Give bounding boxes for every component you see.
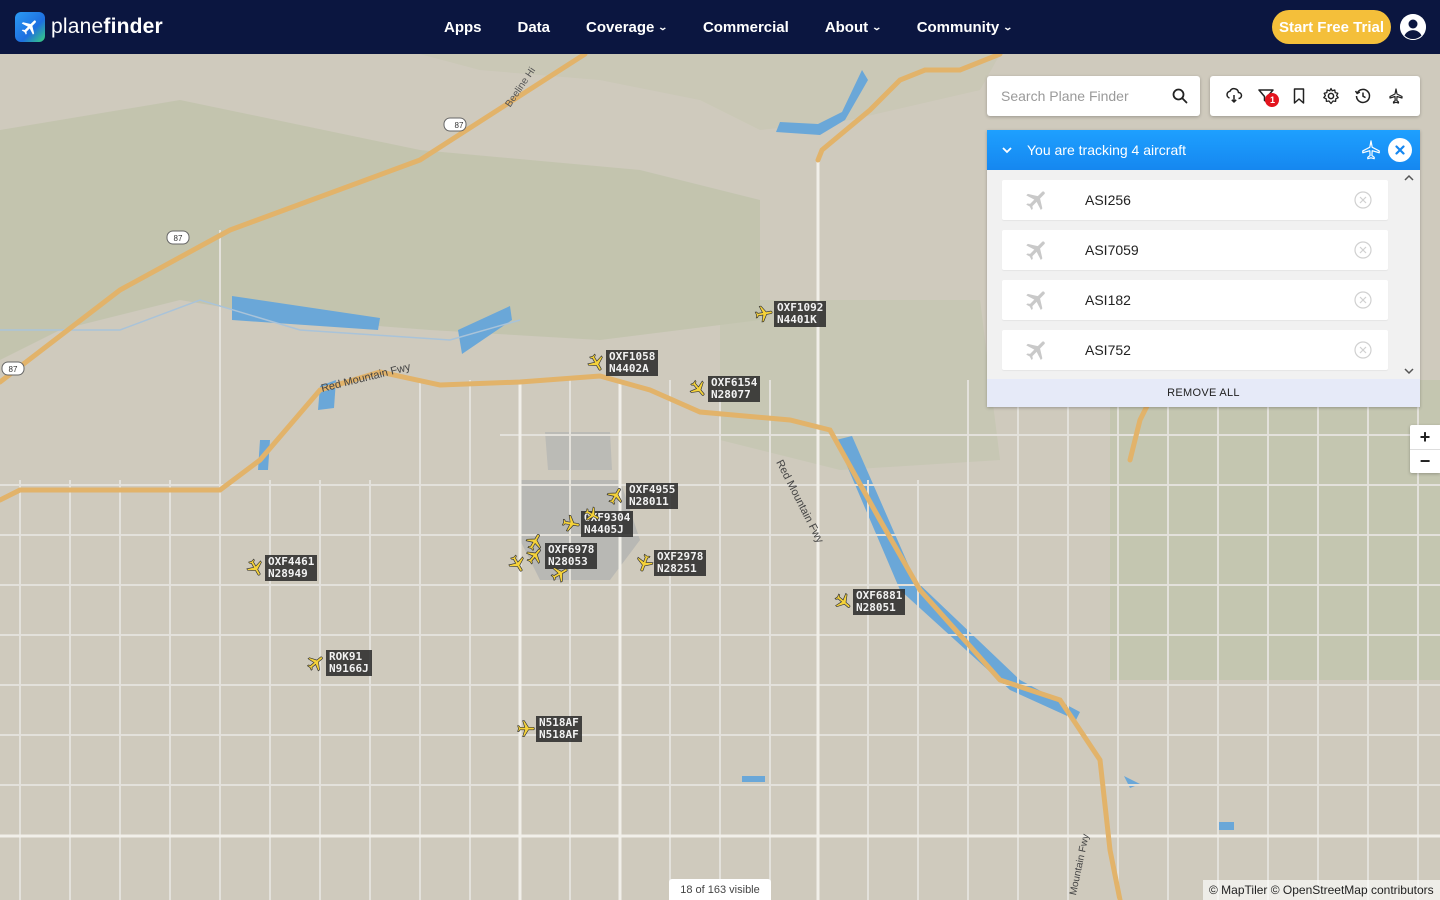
- chevron-down-icon[interactable]: [1001, 144, 1013, 156]
- remove-circle-icon[interactable]: [1354, 291, 1372, 309]
- close-tracking-button[interactable]: [1388, 138, 1412, 162]
- route-87-shield: 87: [454, 121, 464, 130]
- tracked-aircraft-item[interactable]: ASI256: [1002, 180, 1388, 220]
- visible-aircraft-count: 18 of 163 visible: [669, 879, 771, 900]
- aircraft-marker[interactable]: OXF6881 N28051: [833, 589, 906, 615]
- aircraft-label: OXF4955 N28011: [626, 483, 679, 509]
- search-box: [987, 76, 1200, 116]
- aircraft-marker[interactable]: OXF6154 N28077: [688, 376, 761, 402]
- remove-circle-icon[interactable]: [1354, 341, 1372, 359]
- aircraft-marker[interactable]: N518AF N518AF: [516, 716, 582, 742]
- nav-about[interactable]: About ⌄: [807, 19, 899, 36]
- logo-wordmark: planefinder: [51, 15, 163, 38]
- aircraft-marker[interactable]: OXF2978 N28251: [634, 550, 707, 576]
- aircraft-icon: [606, 488, 623, 506]
- scroll-down-icon[interactable]: [1404, 366, 1414, 376]
- aircraft-outline-icon: [1362, 140, 1380, 160]
- aircraft-icon: [306, 656, 323, 672]
- nav-data[interactable]: Data: [500, 19, 569, 36]
- tracked-aircraft-name: ASI182: [1085, 292, 1131, 308]
- map-toolbar: 1: [1210, 76, 1420, 116]
- zoom-controls: + −: [1410, 425, 1440, 473]
- nav-apps[interactable]: Apps: [426, 19, 500, 36]
- remove-circle-icon[interactable]: [1354, 241, 1372, 259]
- zoom-in-button[interactable]: +: [1410, 425, 1440, 449]
- aircraft-icon: [246, 558, 262, 576]
- weather-icon[interactable]: [1225, 87, 1243, 105]
- aircraft-label: OXF6154 N28077: [708, 376, 761, 402]
- aircraft-label: OXF6881 N28051: [853, 589, 906, 615]
- aircraft-label: OXF2978 N28251: [654, 550, 707, 576]
- aircraft-icon[interactable]: [507, 554, 527, 574]
- aircraft-marker[interactable]: ROK91 N9166J: [306, 650, 372, 676]
- aircraft-label: OXF1058 N4402A: [606, 350, 659, 376]
- tracking-panel: You are tracking 4 aircraft ASI256 ASI70…: [987, 130, 1420, 407]
- chevron-down-icon: ⌄: [1002, 21, 1014, 32]
- planefinder-logo[interactable]: planefinder: [15, 12, 163, 42]
- aircraft-icon: [689, 379, 705, 396]
- aircraft-icon[interactable]: [583, 506, 601, 524]
- aircraft-icon: [587, 353, 603, 371]
- main-nav: Apps Data Coverage ⌄ Commercial About ⌄ Co…: [426, 0, 1030, 54]
- tracked-aircraft-item[interactable]: ASI182: [1002, 280, 1388, 320]
- nav-community[interactable]: Community ⌄: [899, 19, 1030, 36]
- bookmark-icon[interactable]: [1290, 87, 1308, 105]
- top-nav-bar: planefinder Apps Data Coverage ⌄ Commerci…: [0, 0, 1440, 54]
- aircraft-icon: [1026, 191, 1045, 210]
- aircraft-icon: [561, 514, 580, 532]
- close-icon: [1395, 145, 1405, 155]
- chevron-down-icon: ⌄: [657, 21, 669, 32]
- route-87-shield: 87: [8, 365, 18, 374]
- aircraft-icon[interactable]: [550, 564, 570, 584]
- aircraft-icon: [517, 720, 535, 737]
- map-attribution[interactable]: © MapTiler © OpenStreetMap contributors: [1203, 880, 1440, 900]
- aircraft-label: OXF1092 N4401K: [774, 301, 827, 327]
- search-input[interactable]: [1001, 88, 1161, 104]
- history-icon[interactable]: [1354, 87, 1372, 105]
- aircraft-icon: [834, 592, 851, 608]
- aircraft-icon[interactable]: [525, 532, 545, 552]
- aircraft-marker[interactable]: OXF4955 N28011: [606, 483, 679, 509]
- tracked-aircraft-item[interactable]: ASI752: [1002, 330, 1388, 370]
- user-icon[interactable]: [1400, 14, 1426, 40]
- search-icon[interactable]: [1172, 88, 1188, 104]
- aircraft-marker[interactable]: OXF1092 N4401K: [754, 301, 827, 327]
- remove-circle-icon[interactable]: [1354, 191, 1372, 209]
- tracked-aircraft-name: ASI256: [1085, 192, 1131, 208]
- remove-all-button[interactable]: REMOVE ALL: [987, 379, 1420, 407]
- aircraft-marker[interactable]: OXF1058 N4402A: [586, 350, 659, 376]
- tracked-aircraft-item[interactable]: ASI7059: [1002, 230, 1388, 270]
- aircraft-label: OXF4461 N28949: [265, 555, 318, 581]
- filter-count-badge: 1: [1265, 93, 1280, 107]
- aircraft-icon: [1026, 291, 1045, 310]
- airport-icon[interactable]: [1387, 87, 1405, 105]
- nav-commercial[interactable]: Commercial: [685, 19, 807, 36]
- zoom-out-button[interactable]: −: [1410, 449, 1440, 473]
- aircraft-icon: [754, 305, 773, 323]
- tracked-aircraft-name: ASI7059: [1085, 242, 1139, 258]
- settings-icon[interactable]: [1322, 87, 1340, 105]
- tracking-panel-header: You are tracking 4 aircraft: [987, 130, 1420, 170]
- aircraft-icon: [1026, 241, 1045, 260]
- plane-logo-icon: [15, 12, 45, 42]
- nav-coverage[interactable]: Coverage ⌄: [568, 19, 685, 36]
- filter-button[interactable]: 1: [1257, 87, 1280, 107]
- aircraft-marker[interactable]: OXF4461 N28949: [245, 555, 318, 581]
- tracking-title: You are tracking 4 aircraft: [1027, 142, 1187, 158]
- chevron-down-icon: ⌄: [871, 21, 883, 32]
- route-87-shield: 87: [173, 234, 183, 243]
- aircraft-label: N518AF N518AF: [536, 716, 582, 742]
- scroll-up-icon[interactable]: [1404, 173, 1414, 183]
- start-free-trial-button[interactable]: Start Free Trial: [1272, 10, 1391, 44]
- aircraft-label: ROK91 N9166J: [326, 650, 372, 676]
- aircraft-icon: [637, 553, 654, 572]
- aircraft-icon: [1026, 341, 1045, 360]
- tracked-aircraft-list[interactable]: ASI256 ASI7059 ASI182 ASI752: [987, 170, 1420, 379]
- tracked-aircraft-name: ASI752: [1085, 342, 1131, 358]
